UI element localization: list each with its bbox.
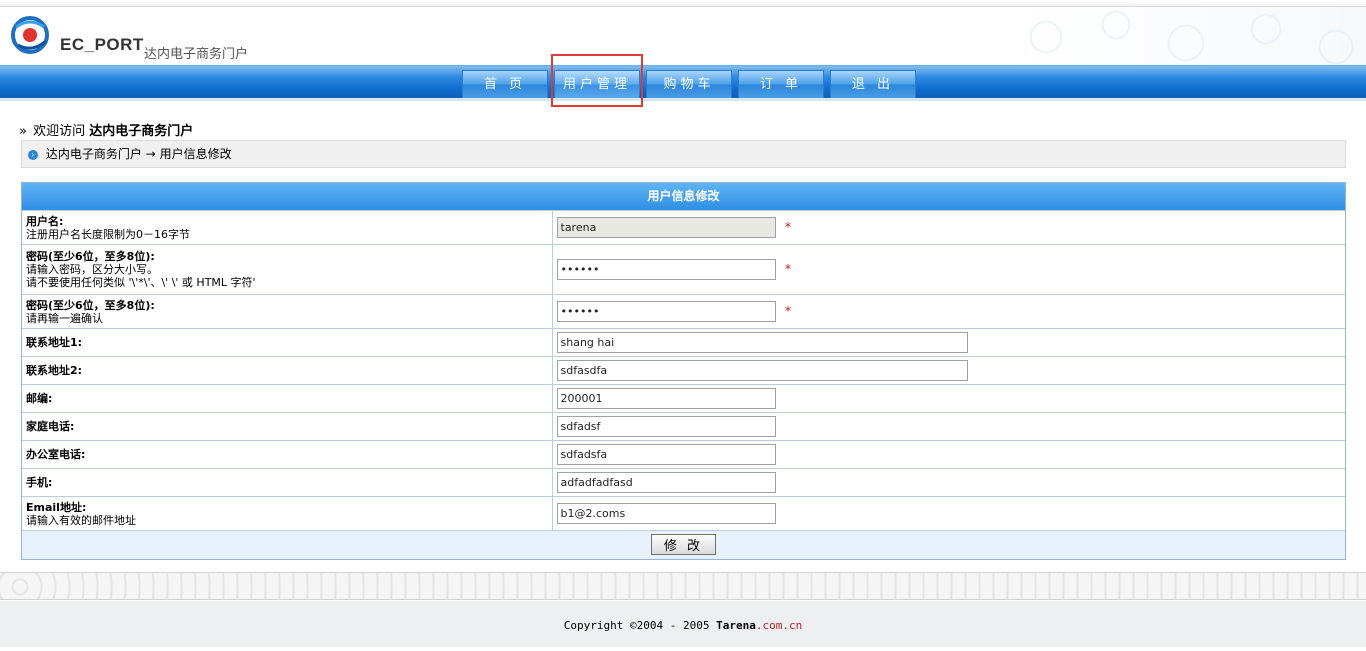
- required-mark: *: [785, 304, 791, 318]
- breadcrumb-home[interactable]: 达内电子商务门户: [46, 147, 142, 161]
- nav-user-management[interactable]: 用户管理: [554, 70, 640, 98]
- password-confirm-hint: 请再输一遍确认: [26, 311, 103, 325]
- form-row-address2: 联系地址2:: [22, 356, 1345, 385]
- password-confirm-label: 密码(至少6位，至多8位):: [26, 298, 155, 312]
- form-row-office-phone: 办公室电话:: [22, 440, 1345, 469]
- field-label-cell: 联系地址1:: [22, 328, 553, 357]
- form-row-submit: 修 改: [22, 530, 1345, 559]
- field-input-cell: [552, 328, 1345, 357]
- welcome-line: » 欢迎访问 达内电子商务门户: [19, 120, 193, 139]
- password-confirm-field[interactable]: [556, 301, 776, 322]
- email-hint: 请输入有效的邮件地址: [26, 513, 136, 527]
- modify-button[interactable]: 修 改: [650, 534, 717, 556]
- site-header: EC_PORT 达内电子商务门户: [0, 7, 1366, 65]
- field-input-cell: *: [552, 294, 1345, 329]
- field-label-cell: 邮编:: [22, 384, 553, 413]
- field-input-cell: [552, 412, 1345, 441]
- nav-logout[interactable]: 退 出: [830, 70, 916, 98]
- form-row-email: Email地址: 请输入有效的邮件地址: [22, 496, 1345, 531]
- form-row-address1: 联系地址1:: [22, 328, 1345, 357]
- form-row-postcode: 邮编:: [22, 384, 1345, 413]
- welcome-site-name: 达内电子商务门户: [89, 124, 194, 139]
- password-field[interactable]: [556, 259, 776, 280]
- field-label-cell: 手机:: [22, 468, 553, 497]
- breadcrumb-current: 用户信息修改: [159, 147, 232, 161]
- footer-pattern-band: [0, 572, 1366, 600]
- username-label: 用户名:: [26, 214, 64, 228]
- field-label-cell: 密码(至少6位，至多8位): 请输入密码，区分大小写。 请不要使用任何类似 '\…: [22, 244, 553, 295]
- email-field[interactable]: [556, 503, 776, 524]
- user-info-form: 用户信息修改 用户名: 注册用户名长度限制为0－16字节 * 密码(至少6位，至…: [21, 182, 1346, 560]
- nav-orders[interactable]: 订 单: [738, 70, 824, 98]
- submit-cell: 修 改: [22, 530, 1345, 559]
- postcode-field[interactable]: [556, 388, 776, 409]
- username-hint: 注册用户名长度限制为0－16字节: [26, 227, 190, 241]
- postcode-label: 邮编:: [26, 392, 53, 405]
- address1-label: 联系地址1:: [26, 336, 83, 349]
- form-row-mobile: 手机:: [22, 468, 1345, 497]
- field-label-cell: 密码(至少6位，至多8位): 请再输一遍确认: [22, 294, 553, 329]
- address2-label: 联系地址2:: [26, 364, 83, 377]
- nav-shopping-cart[interactable]: 购物车: [646, 70, 732, 98]
- field-label-cell: 家庭电话:: [22, 412, 553, 441]
- field-input-cell: [552, 468, 1345, 497]
- browser-top-edge: [0, 0, 1366, 7]
- required-mark: *: [785, 220, 791, 234]
- brand-name: EC_PORT: [60, 35, 144, 54]
- form-row-password: 密码(至少6位，至多8位): 请输入密码，区分大小写。 请不要使用任何类似 '\…: [22, 244, 1345, 295]
- field-input-cell: *: [552, 210, 1345, 245]
- breadcrumb-separator: →: [145, 147, 156, 161]
- field-input-cell: [552, 356, 1345, 385]
- footer-company: Tarena: [716, 619, 756, 632]
- breadcrumb: › 达内电子商务门户 → 用户信息修改: [21, 140, 1346, 168]
- form-row-username: 用户名: 注册用户名长度限制为0－16字节 *: [22, 210, 1345, 245]
- field-input-cell: [552, 440, 1345, 469]
- address2-field[interactable]: [556, 360, 968, 381]
- address1-field[interactable]: [556, 332, 968, 353]
- field-label-cell: 用户名: 注册用户名长度限制为0－16字节: [22, 210, 553, 245]
- main-nav-bar: 首 页 用户管理 购物车 订 单 退 出: [0, 54, 1366, 107]
- required-mark: *: [785, 262, 791, 276]
- main-nav: 首 页 用户管理 购物车 订 单 退 出: [462, 70, 922, 98]
- field-input-cell: [552, 496, 1345, 531]
- double-chevron-icon: »: [19, 124, 27, 139]
- form-row-password-confirm: 密码(至少6位，至多8位): 请再输一遍确认 *: [22, 294, 1345, 329]
- home-phone-label: 家庭电话:: [26, 420, 75, 433]
- ec-port-logo-icon: [11, 16, 49, 54]
- form-table: 用户名: 注册用户名长度限制为0－16字节 * 密码(至少6位，至多8位): 请…: [22, 210, 1345, 559]
- mobile-label: 手机:: [26, 476, 53, 489]
- password-hint: 请输入密码，区分大小写。: [26, 263, 158, 276]
- office-phone-field[interactable]: [556, 444, 776, 465]
- form-row-home-phone: 家庭电话:: [22, 412, 1345, 441]
- footer-domain: .com.cn: [755, 619, 803, 632]
- email-label: Email地址:: [26, 500, 87, 514]
- field-label-cell: Email地址: 请输入有效的邮件地址: [22, 496, 553, 531]
- welcome-prefix: 欢迎访问: [33, 124, 86, 139]
- nav-home[interactable]: 首 页: [462, 70, 548, 98]
- field-input-cell: *: [552, 244, 1345, 295]
- field-input-cell: [552, 384, 1345, 413]
- username-field[interactable]: [556, 217, 776, 238]
- office-phone-label: 办公室电话:: [26, 448, 86, 461]
- home-phone-field[interactable]: [556, 416, 776, 437]
- header-cloud-decoration: [1006, 7, 1366, 65]
- form-title: 用户信息修改: [22, 183, 1345, 210]
- mobile-field[interactable]: [556, 472, 776, 493]
- breadcrumb-bullet-icon: ›: [28, 149, 38, 160]
- footer: Copyright ©2004 - 2005 Tarena.com.cn: [0, 601, 1366, 647]
- field-label-cell: 联系地址2:: [22, 356, 553, 385]
- footer-copyright: Copyright ©2004 - 2005: [563, 619, 717, 632]
- field-label-cell: 办公室电话:: [22, 440, 553, 469]
- brand-subtitle: 达内电子商务门户: [144, 47, 249, 62]
- password-hint-2: 请不要使用任何类似 '\'*\'、\' \' 或 HTML 字符': [26, 276, 256, 289]
- password-label: 密码(至少6位，至多8位):: [26, 250, 155, 263]
